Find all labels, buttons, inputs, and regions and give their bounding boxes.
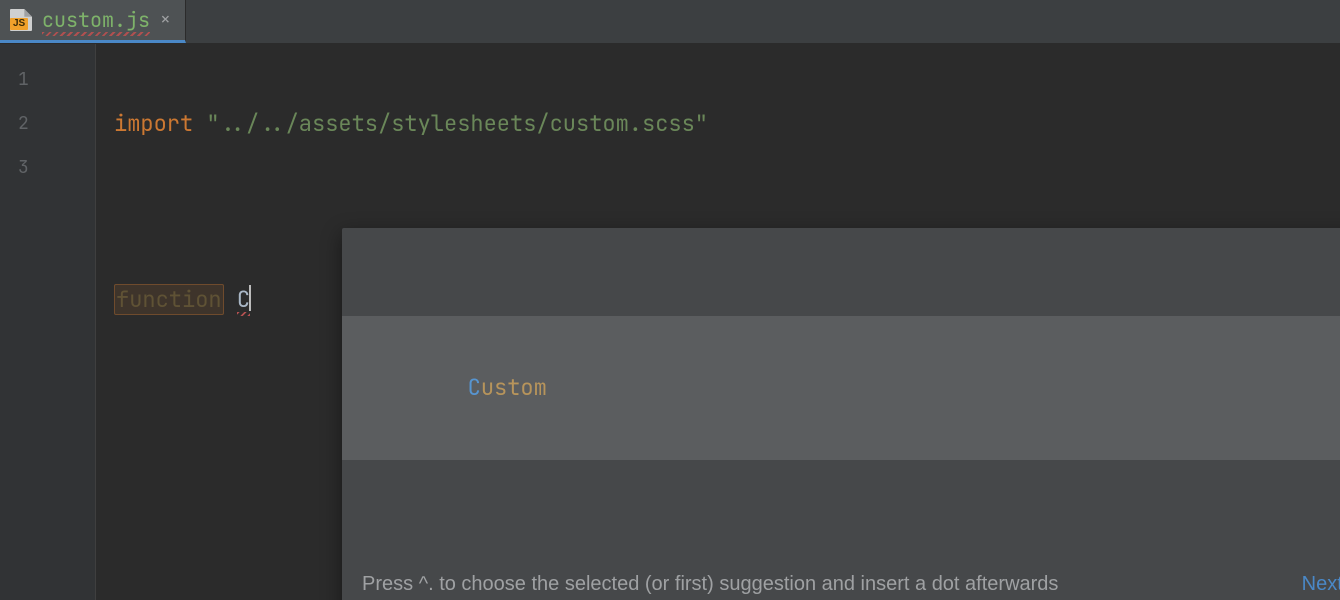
keyword-function: function (114, 284, 224, 315)
tab-label: custom.js (42, 7, 150, 33)
tab-bar: JS custom.js × (0, 0, 1340, 44)
editor: 1 2 3 import "../../assets/stylesheets/c… (0, 44, 1340, 600)
completion-rest: ustom (481, 373, 547, 402)
identifier: C (237, 285, 250, 314)
completion-hint: Press ^. to choose the selected (or firs… (342, 548, 1340, 600)
hint-text: Press ^. to choose the selected (or firs… (362, 562, 1290, 600)
code-area[interactable]: import "../../assets/stylesheets/custom.… (96, 44, 1340, 600)
string-literal: "../../assets/stylesheets/custom.scss" (206, 109, 708, 138)
js-file-icon: JS (10, 9, 32, 31)
gutter: 1 2 3 (0, 44, 96, 600)
completion-match: C (468, 373, 481, 402)
keyword-import: import (114, 109, 193, 138)
close-icon[interactable]: × (160, 11, 171, 29)
line-number: 3 (0, 146, 95, 190)
next-tip-link[interactable]: Next Tip (1302, 562, 1340, 600)
line-number: 1 (0, 58, 95, 102)
line-number: 2 (0, 102, 95, 146)
tab-custom-js[interactable]: JS custom.js × (0, 0, 186, 43)
completion-popup: Custom Press ^. to choose the selected (… (342, 228, 1340, 600)
completion-item[interactable]: Custom (342, 316, 1340, 460)
